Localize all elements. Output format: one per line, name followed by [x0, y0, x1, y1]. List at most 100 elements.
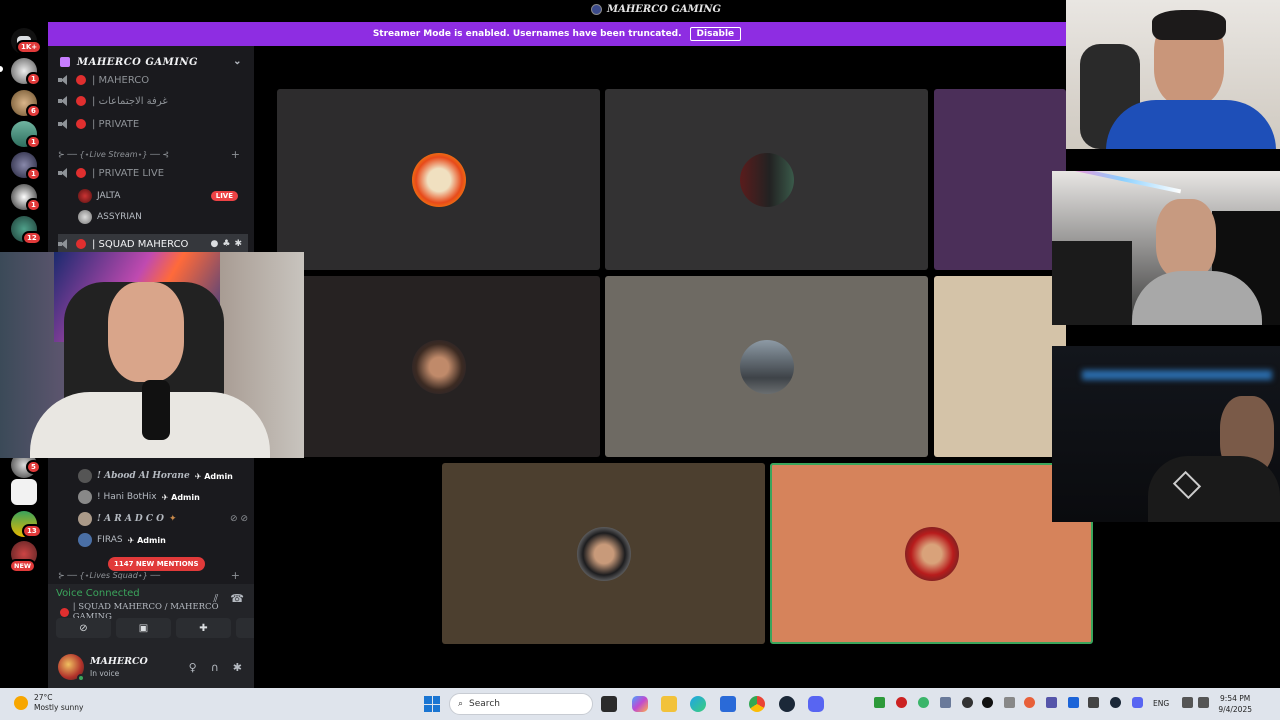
sun-icon [14, 696, 28, 710]
server-badge: 1 [26, 72, 41, 86]
voice-channel-active[interactable]: | SQUAD MAHERCO ● ♣ ✱ [58, 234, 248, 254]
app-logo-icon [591, 4, 602, 15]
chevron-down-icon[interactable]: ⌄ [233, 56, 242, 67]
clock[interactable]: 9:54 PM 9/4/2025 [1218, 693, 1252, 715]
guild-name: MAHERCO GAMING [77, 56, 199, 68]
avatar [576, 526, 631, 581]
avatar [739, 339, 794, 394]
discord-tray-icon[interactable] [1132, 697, 1143, 708]
nvidia-icon[interactable] [874, 697, 885, 708]
screen: MAHERCO GAMING 1K+ 1 6 1 1 1 12 5 13 NEW… [0, 0, 1280, 720]
admin-tag: ✈ Admin [194, 471, 233, 481]
volume-icon[interactable] [1198, 697, 1209, 708]
username[interactable]: MAHERCO [90, 656, 148, 667]
voice-channel[interactable]: | PRIVATE LIVE [58, 163, 248, 183]
steam-icon[interactable] [779, 696, 795, 712]
tray-icon[interactable] [1024, 697, 1035, 708]
user-status: In voice [90, 669, 120, 678]
voice-channel[interactable]: | PRIVATE [58, 114, 248, 134]
windows-start-icon[interactable] [424, 696, 440, 712]
channel-label: | PRIVATE LIVE [92, 167, 165, 179]
user-controls: ♀ ∩ ✱ [189, 661, 242, 674]
voice-connected-label[interactable]: Voice Connected [56, 588, 140, 599]
webcam-overlay [1052, 171, 1280, 325]
file-explorer-icon[interactable] [661, 696, 677, 712]
server-icon[interactable] [11, 479, 37, 505]
streamer-mode-banner: Streamer Mode is enabled. Usernames have… [48, 22, 1066, 46]
voice-member[interactable]: ASSYRIAN [78, 207, 248, 227]
voice-member[interactable]: FIRAS ✈ Admin [78, 530, 248, 550]
camera-off-button[interactable]: ⊘ [56, 618, 111, 638]
network-icon[interactable] [1182, 697, 1193, 708]
tray-icon[interactable] [962, 697, 973, 708]
add-channel-icon[interactable]: + [231, 569, 240, 582]
video-tile[interactable] [934, 276, 1066, 457]
voice-member[interactable]: ! A R A D C O ✦ ⊘ ⊘ [78, 509, 248, 529]
chat-icon[interactable]: ● [211, 239, 219, 249]
channel-status-icon [76, 75, 86, 85]
avatar [739, 152, 794, 207]
steam-tray-icon[interactable] [1110, 697, 1121, 708]
video-tile[interactable] [934, 89, 1066, 270]
bluetooth-icon[interactable] [1068, 697, 1079, 708]
video-tile[interactable] [442, 463, 765, 644]
tray-icon[interactable] [1004, 697, 1015, 708]
clock-time: 9:54 PM [1220, 694, 1251, 703]
voice-channel[interactable]: | MAHERCO [58, 70, 248, 90]
category-header[interactable]: ⊱ ── {⋆Live Stream⋆} ── ⊰ + [58, 146, 248, 162]
microphone-icon[interactable]: ♀ [189, 661, 197, 674]
tray-icon[interactable] [1046, 697, 1057, 708]
video-tile[interactable] [605, 89, 928, 270]
gear-icon[interactable]: ✱ [233, 661, 242, 674]
edge-icon[interactable] [690, 696, 706, 712]
gear-icon[interactable]: ✱ [234, 239, 242, 249]
add-channel-icon[interactable]: + [231, 148, 240, 161]
channel-status-icon [76, 96, 86, 106]
copilot-icon[interactable] [632, 696, 648, 712]
weather-temp: 27°C [34, 693, 53, 702]
tray-icon[interactable] [940, 697, 951, 708]
tray-icon[interactable] [1088, 697, 1099, 708]
video-tile[interactable] [277, 89, 600, 270]
channel-status-icon [76, 119, 86, 129]
avatar [78, 210, 92, 224]
invite-icon[interactable]: ♣ [222, 239, 230, 249]
voice-member[interactable]: ! Hani BotHix ✈ Admin [78, 487, 248, 507]
voice-member[interactable]: JALTA LIVE [78, 186, 248, 206]
speaker-icon [58, 239, 70, 249]
webcam-overlay [0, 252, 304, 458]
disconnect-icon[interactable]: ☎ [230, 592, 244, 606]
video-tile[interactable] [605, 276, 928, 457]
tray-icon[interactable] [896, 697, 907, 708]
task-view-icon[interactable] [601, 696, 617, 712]
headphones-icon[interactable]: ∩ [211, 661, 219, 674]
channel-label: | PRIVATE [92, 118, 140, 130]
admin-tag: ✈ Admin [127, 535, 166, 545]
screen-share-button[interactable]: ▣ [116, 618, 171, 638]
weather-desc: Mostly sunny [34, 703, 84, 712]
video-tile[interactable] [277, 276, 600, 457]
soundboard-button[interactable]: ♪ [236, 618, 254, 638]
language-indicator[interactable]: ENG [1153, 699, 1169, 708]
member-name: JALTA [97, 191, 121, 201]
server-badge: 1 [26, 167, 41, 181]
disable-button[interactable]: Disable [689, 27, 742, 41]
unread-pip [0, 66, 3, 72]
category-label: ⊱ ── {⋆Live Stream⋆} ── ⊰ [58, 149, 170, 159]
avatar [78, 533, 92, 547]
activity-button[interactable]: ✚ [176, 618, 231, 638]
weather-text: 27°C Mostly sunny [34, 693, 83, 713]
voice-channel[interactable]: | غرفة الاجتماعات [58, 91, 248, 111]
tray-icon[interactable] [982, 697, 993, 708]
taskbar-search[interactable]: ⌕ Search [449, 693, 593, 715]
tray-icon[interactable] [918, 697, 929, 708]
voice-member[interactable]: ! Abood Al Horane ✈ Admin [78, 466, 248, 486]
video-tile-speaking[interactable] [770, 463, 1093, 644]
chrome-icon[interactable] [749, 696, 765, 712]
discord-icon[interactable] [808, 696, 824, 712]
category-header[interactable]: ⊱ ── {⋆Lives Squad⋆} ── + [58, 567, 248, 583]
member-name: FIRAS [97, 535, 123, 545]
store-icon[interactable] [720, 696, 736, 712]
weather-widget[interactable]: 27°C Mostly sunny [14, 693, 83, 713]
noise-suppression-icon[interactable]: ⫽ [213, 592, 218, 606]
